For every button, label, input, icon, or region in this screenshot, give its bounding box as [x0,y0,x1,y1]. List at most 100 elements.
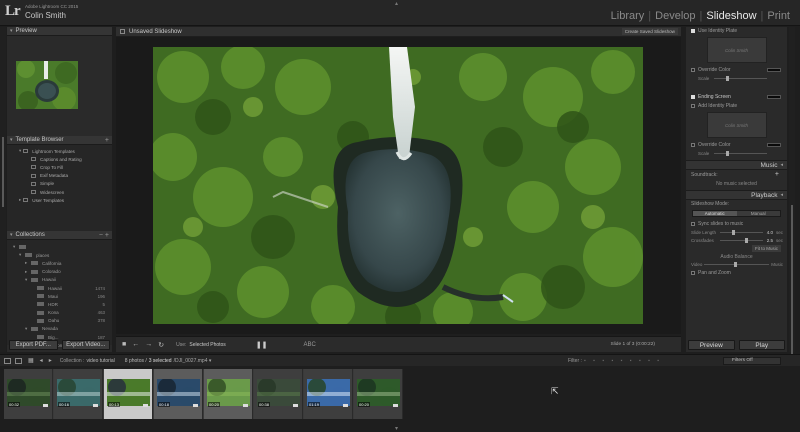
disclosure-triangle-icon[interactable]: ▾ [25,326,29,332]
slide-length-knob[interactable] [731,230,735,235]
disclosure-triangle-icon[interactable]: ▾ [13,244,17,250]
playback-section-header[interactable]: Playback ◂ [686,190,787,200]
use-identity-plate-checkbox[interactable] [691,29,695,33]
disclosure-triangle-icon[interactable]: ▾ [19,148,21,154]
collection-item[interactable]: ▸ Colorado [7,268,112,276]
ending-screen-color-swatch[interactable] [767,94,781,99]
create-saved-slideshow-button[interactable]: Create Saved Slideshow [621,28,678,35]
crossfades-track[interactable] [720,240,763,241]
template-item[interactable]: Crop To Fill [7,163,112,171]
module-develop[interactable]: Develop [652,10,698,22]
stop-icon[interactable]: ■ [122,341,126,348]
filmstrip-thumbnail[interactable]: 00:16 [54,369,103,419]
template-item[interactable]: ▾ Lightroom Templates [7,147,112,155]
scale-slider-track-2[interactable] [714,153,767,154]
collapse-top-panel-icon[interactable]: ▴ [395,0,398,7]
crossfades-knob[interactable] [744,238,748,243]
add-identity-plate-checkbox[interactable] [691,103,695,108]
current-slide[interactable] [153,47,643,324]
rotate-icon[interactable]: ↻ [158,341,164,349]
template-item[interactable]: Widescreen [7,188,112,196]
main-window-icon[interactable] [4,357,11,364]
module-slideshow[interactable]: Slideshow [703,10,759,22]
override-color-swatch-2[interactable] [767,142,781,147]
template-item[interactable]: Simple [7,180,112,188]
collection-item[interactable]: ▾ places [7,251,112,259]
template-item[interactable]: Exif Metadata [7,172,112,180]
template-browser-header[interactable]: ▾ Template Browser + [7,136,112,145]
collection-item[interactable]: ▸ California [7,259,112,267]
filmstrip-thumbnail[interactable]: 00:20 [204,369,253,419]
disclosure-triangle-icon[interactable]: ▸ [25,269,29,275]
use-selector[interactable]: Selected Photos [189,342,225,348]
collection-item[interactable]: Hawaii 1474 [7,284,112,292]
disclosure-triangle-icon[interactable]: ▾ [19,252,23,258]
scrollbar-thumb[interactable] [791,205,793,355]
export-pdf-button[interactable]: Export PDF... [9,340,58,350]
filmstrip-thumbnail[interactable]: 00:38 [254,369,303,419]
mode-automatic[interactable]: Automatic [693,211,737,216]
forward-arrow-icon[interactable]: ▸ [49,357,52,364]
music-section-header[interactable]: Music ◂ [686,160,787,170]
filmstrip-thumbnail[interactable]: 00:32 [4,369,53,419]
disclosure-triangle-icon[interactable]: ▸ [25,260,29,266]
slide-length-value[interactable]: 4.0 [767,230,773,235]
disclosure-triangle-icon[interactable]: ▸ [19,197,21,203]
filter-flag-icons[interactable]: ▪ ▪ ▪ ▪ ▪ ▪ ▪ ▪ ▪ [584,358,662,364]
collection-item[interactable]: HDR 5 [7,300,112,308]
source-name[interactable]: video tutorial [86,358,114,364]
scale-slider-knob[interactable] [726,76,729,81]
disclosure-triangle-icon[interactable]: ▾ [25,277,29,283]
collection-item[interactable]: Maui 196 [7,292,112,300]
pan-zoom-checkbox[interactable] [691,270,695,275]
filmstrip-thumbnail[interactable]: 00:18 [154,369,203,419]
scale-slider-track[interactable] [714,78,767,79]
scale-slider-knob-2[interactable] [726,151,729,156]
collection-item[interactable]: ▾ Nevada [7,325,112,333]
mode-manual[interactable]: Manual [736,211,780,216]
module-library[interactable]: Library [608,10,648,22]
collections-header[interactable]: ▾ Collections − + [7,231,112,240]
ending-identity-plate-preview[interactable]: Colin Smith [706,112,767,138]
filmstrip-thumbnail[interactable]: 00:13 [104,369,153,419]
collection-item[interactable]: Kona 463 [7,309,112,317]
override-color-swatch[interactable] [767,67,781,72]
identity-plate-preview[interactable]: Colin Smith [706,37,767,63]
ending-screen-checkbox[interactable] [691,94,695,99]
collection-item[interactable]: Oahu 378 [7,317,112,325]
pause-button[interactable]: ❚❚ [256,341,268,349]
add-template-icon[interactable]: + [105,137,109,144]
collection-item[interactable]: ▾ [7,243,112,251]
right-panel-scrollbar[interactable] [789,27,795,355]
collection-item[interactable]: ▾ Hawaii [7,276,112,284]
preview-panel-header[interactable]: ▾ Preview [7,27,112,36]
fit-to-music-button[interactable]: Fit to Music [751,245,781,252]
previous-slide-icon[interactable]: ← [132,341,139,348]
next-slide-icon[interactable]: → [145,341,152,348]
override-color-checkbox-2[interactable] [691,142,695,147]
scrollbar-thumb[interactable] [2,137,4,207]
second-window-icon[interactable] [15,357,22,364]
slide-length-track[interactable] [720,232,763,233]
left-panel-scrollbar[interactable] [0,27,6,352]
export-video-button[interactable]: Export Video... [61,340,110,350]
module-print[interactable]: Print [764,10,793,22]
collapse-bottom-panel-icon[interactable]: ▾ [395,425,398,432]
sync-slides-checkbox[interactable] [691,221,695,226]
back-arrow-icon[interactable]: ◂ [40,357,43,364]
template-item[interactable]: Captions and Rating [7,155,112,163]
play-button[interactable]: Play [738,340,785,350]
override-color-checkbox[interactable] [691,67,695,72]
filmstrip-thumbnail[interactable]: 01:19 [304,369,353,419]
filter-select[interactable]: Filters Off [723,356,781,365]
template-item[interactable]: ▸ User Templates [7,196,112,204]
grid-view-icon[interactable]: ▦ [28,357,34,364]
current-file-menu[interactable]: /DJI_0027.mp4 ▾ [174,358,212,364]
collections-add-remove-icons[interactable]: − + [99,232,109,239]
add-music-icon[interactable]: + [775,171,779,178]
filmstrip-thumbnail[interactable]: 00:20 [354,369,403,419]
preview-button[interactable]: Preview [688,340,735,350]
crossfades-value[interactable]: 2.5 [767,238,773,243]
audio-balance-knob[interactable] [734,262,737,267]
add-text-button[interactable]: ABC [304,342,316,348]
